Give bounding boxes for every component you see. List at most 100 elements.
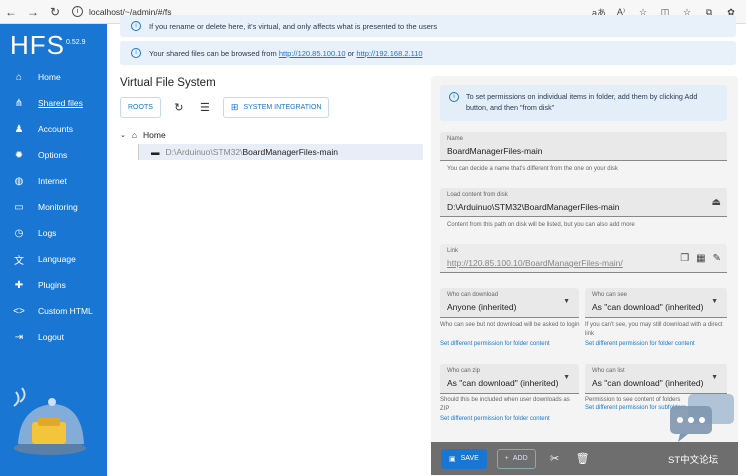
dropdown-arrow-icon[interactable]: ▼ (711, 298, 718, 305)
tree-item-path: D:\Arduinuo\STM32\ (165, 147, 243, 157)
lan-url-link[interactable]: http://192.168.2.110 (356, 49, 422, 58)
windows-icon: ⊞ (230, 102, 239, 112)
browse-info-banner: i Your shared files can be browsed from … (120, 41, 736, 65)
who-can-see-select[interactable]: Who can see As "can download" (inherited… (585, 288, 727, 318)
rename-info-text: If you rename or delete here, it's virtu… (149, 21, 438, 31)
copy-icon[interactable]: ❐ (680, 253, 689, 264)
source-field-label: Load content from disk (447, 192, 508, 198)
sidebar-item-language[interactable]: 文 Language (0, 246, 107, 272)
sidebar-item-shared-files[interactable]: ⋔ Shared files (0, 90, 107, 116)
link-field: Link http://120.85.100.10/BoardManagerFi… (440, 244, 727, 273)
logout-icon: ⇥ (14, 331, 24, 343)
sidebar-item-custom-html[interactable]: <> Custom HTML (0, 298, 107, 324)
who-can-download-helper: Who can see but not download will be ask… (440, 322, 580, 328)
home-icon: ⌂ (131, 130, 138, 140)
globe-icon: ◍ (14, 175, 24, 187)
public-url-link[interactable]: http://120.85.100.10 (279, 49, 346, 58)
dropdown-arrow-icon[interactable]: ▼ (711, 374, 718, 381)
vfs-toolbar: ROOTS ↻ ☰ ⊞ SYSTEM INTEGRATION (120, 97, 330, 118)
name-field-value[interactable]: BoardManagerFiles-main (447, 146, 542, 156)
info-icon: i (131, 48, 141, 58)
who-can-download-select[interactable]: Who can download Anyone (inherited) ▼ (440, 288, 579, 318)
main-content: i If you rename or delete here, it's vir… (107, 15, 746, 476)
add-button[interactable]: + ADD (496, 448, 536, 469)
sidebar-item-logs[interactable]: ◷ Logs (0, 220, 107, 246)
who-can-zip-label: Who can zip (447, 368, 481, 374)
source-field-value[interactable]: D:\Arduinuo\STM32\BoardManagerFiles-main (447, 202, 619, 212)
who-can-zip-value: As "can download" (inherited) (447, 378, 559, 388)
info-icon: i (449, 92, 459, 102)
who-can-zip-folder-link[interactable]: Set different permission for folder cont… (440, 416, 550, 422)
cut-icon[interactable]: ✂ (546, 450, 564, 468)
sidebar-item-label: Plugins (38, 280, 66, 290)
link-field-label: Link (447, 248, 459, 254)
who-can-list-select[interactable]: Who can list As "can download" (inherite… (585, 364, 727, 394)
sidebar-item-label: Logs (38, 228, 57, 238)
eject-icon[interactable]: ⏏ (712, 197, 721, 208)
sidebar-item-plugins[interactable]: ✚ Plugins (0, 272, 107, 298)
list-view-icon[interactable]: ☰ (197, 100, 213, 116)
people-icon: ♟ (14, 123, 24, 135)
qr-code-icon[interactable]: ▦ (696, 253, 705, 264)
system-integration-label: SYSTEM INTEGRATION (243, 104, 322, 111)
sidebar-menu: ⌂ Home ⋔ Shared files ♟ Accounts ✹ Options ◍… (0, 64, 107, 350)
who-can-see-helper: If you can't see, you may still download… (585, 322, 723, 337)
who-can-download-value: Anyone (inherited) (447, 302, 517, 312)
edit-icon[interactable]: ✎ (713, 253, 721, 264)
who-can-download-folder-link[interactable]: Set different permission for folder cont… (440, 341, 550, 347)
roots-button[interactable]: ROOTS (120, 97, 161, 118)
folder-icon: ▬ (151, 147, 160, 157)
tree-item-folder[interactable]: ▬ D:\Arduinuo\STM32\BoardManagerFiles-ma… (138, 144, 423, 160)
sidebar-item-label: Logout (38, 332, 64, 342)
sidebar-item-label: Home (38, 72, 61, 82)
name-field[interactable]: Name BoardManagerFiles-main (440, 132, 727, 161)
who-can-download-label: Who can download (447, 292, 499, 298)
home-icon: ⌂ (15, 71, 23, 83)
chevron-down-icon[interactable]: ⌄ (120, 131, 126, 139)
or-text: or (347, 48, 355, 58)
sidebar-item-label: Internet (38, 176, 67, 186)
sidebar-item-options[interactable]: ✹ Options (0, 142, 107, 168)
page-title: Virtual File System (120, 77, 216, 89)
site-info-icon[interactable]: i (72, 6, 83, 17)
sidebar-item-logout[interactable]: ⇥ Logout (0, 324, 107, 350)
vfs-tree: ⌄ ⌂ Home ▬ D:\Arduinuo\STM32\BoardManage… (120, 128, 423, 160)
link-field-value[interactable]: http://120.85.100.10/BoardManagerFiles-m… (447, 258, 623, 268)
permissions-info-banner: i To set permissions on individual items… (440, 85, 727, 121)
translate-icon: 文 (14, 255, 24, 267)
who-can-see-value: As "can download" (inherited) (592, 302, 704, 312)
info-icon: i (131, 21, 141, 31)
tree-item-home[interactable]: ⌄ ⌂ Home (120, 128, 423, 142)
source-field[interactable]: Load content from disk D:\Arduinuo\STM32… (440, 188, 727, 217)
who-can-see-folder-link[interactable]: Set different permission for folder cont… (585, 341, 695, 347)
name-field-label: Name (447, 136, 464, 142)
forum-watermark-logo-icon (670, 394, 734, 442)
sidebar-item-monitoring[interactable]: ▭ Monitoring (0, 194, 107, 220)
gear-icon: ✹ (14, 149, 24, 161)
plus-icon: + (504, 455, 509, 462)
dropdown-arrow-icon[interactable]: ▼ (563, 374, 570, 381)
sidebar-item-label: Language (38, 254, 76, 264)
sidebar-item-label: Accounts (38, 124, 73, 134)
puzzle-icon: ✚ (14, 279, 24, 291)
monitor-icon: ▭ (14, 201, 24, 213)
system-integration-button[interactable]: ⊞ SYSTEM INTEGRATION (222, 97, 330, 118)
sidebar-item-internet[interactable]: ◍ Internet (0, 168, 107, 194)
dropdown-arrow-icon[interactable]: ▼ (563, 298, 570, 305)
sidebar-item-home[interactable]: ⌂ Home (0, 64, 107, 90)
history-icon: ◷ (14, 227, 24, 239)
tree-item-label: BoardManagerFiles-main (242, 147, 338, 157)
save-button[interactable]: ▣ SAVE (441, 448, 487, 469)
sidebar-item-accounts[interactable]: ♟ Accounts (0, 116, 107, 142)
who-can-list-value: As "can download" (inherited) (592, 378, 704, 388)
delete-icon[interactable]: 🗑 (574, 450, 592, 468)
back-arrow-icon[interactable]: ← (0, 1, 22, 23)
reload-icon[interactable]: ↻ (171, 100, 187, 116)
cloche-mascot-icon (13, 387, 86, 455)
reload-icon[interactable]: ↻ (44, 1, 66, 23)
sidebar: HFS 0.52.9 ⌂ Home ⋔ Shared files ♟ Accounts… (0, 24, 107, 476)
add-label: ADD (512, 455, 528, 462)
who-can-list-label: Who can list (592, 368, 625, 374)
who-can-zip-select[interactable]: Who can zip As "can download" (inherited… (440, 364, 579, 394)
forward-arrow-icon[interactable]: → (22, 1, 44, 23)
